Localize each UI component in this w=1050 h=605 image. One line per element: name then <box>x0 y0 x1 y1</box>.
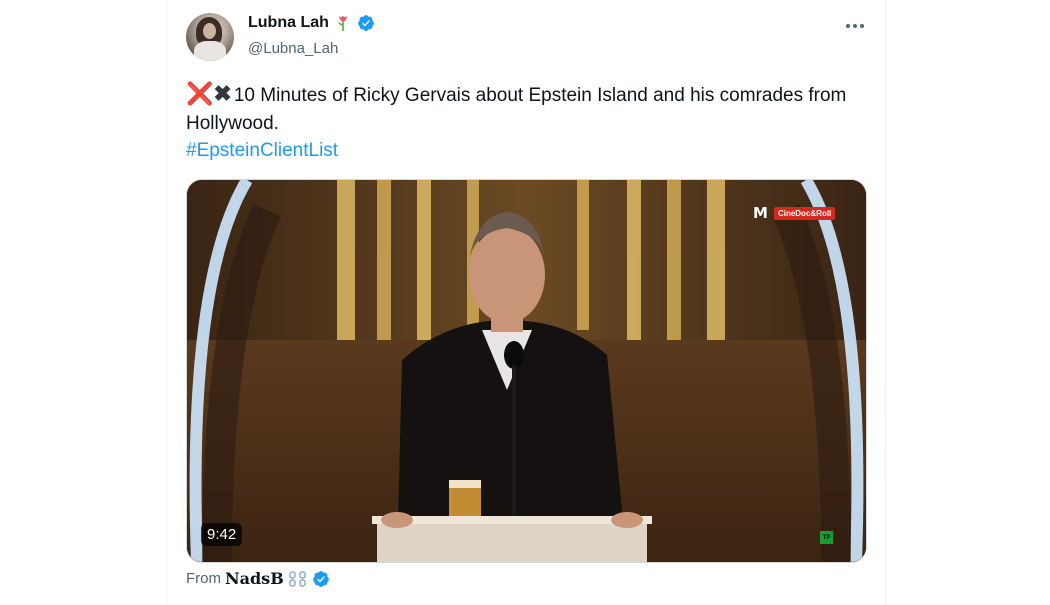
verified-badge-icon <box>357 14 375 32</box>
tweet-text: ❌✖ 10 Minutes of Ricky Gervais about Epst… <box>186 80 876 138</box>
author-display-name[interactable]: Lubna Lah <box>248 14 329 32</box>
video-duration: 9:42 <box>201 523 243 546</box>
attribution-row: From NadsB <box>186 569 330 588</box>
more-dot-icon <box>860 24 864 28</box>
more-dot-icon <box>846 24 850 28</box>
video-frame <box>187 180 866 562</box>
avatar-body <box>194 41 226 61</box>
attribution-verified-badge-icon <box>312 570 330 588</box>
attribution-prefix: From <box>186 570 221 587</box>
black-cross-emoji: ✖ <box>213 81 232 106</box>
author-name-row: Lubna Lah <box>248 14 375 32</box>
corner-badge: TP <box>820 531 833 544</box>
page: Lubna Lah @Lubna_Lah ❌✖ 10 Minutes of Ri… <box>0 0 1050 605</box>
channel-mark: M <box>753 204 768 222</box>
channel-name-badge: CineDoc&Roll <box>773 206 836 220</box>
hashtag-link[interactable]: #EpsteinClientList <box>186 137 338 165</box>
avatar-face <box>203 23 216 39</box>
avatar[interactable] <box>186 13 234 61</box>
tulip-icon <box>335 14 351 32</box>
more-options-button[interactable] <box>843 14 867 38</box>
more-dot-icon <box>853 24 857 28</box>
author-handle[interactable]: @Lubna_Lah <box>248 40 338 57</box>
red-cross-emoji: ❌ <box>186 81 214 106</box>
video-player[interactable]: M CineDoc&Roll TP 9:42 <box>186 179 867 563</box>
channel-watermark: M CineDoc&Roll <box>753 204 836 222</box>
tweet-card: Lubna Lah @Lubna_Lah ❌✖ 10 Minutes of Ri… <box>166 0 886 605</box>
tweet-body: 10 Minutes of Ricky Gervais about Epstei… <box>186 85 847 134</box>
chain-icon <box>288 570 308 588</box>
attribution-name[interactable]: NadsB <box>225 569 284 588</box>
